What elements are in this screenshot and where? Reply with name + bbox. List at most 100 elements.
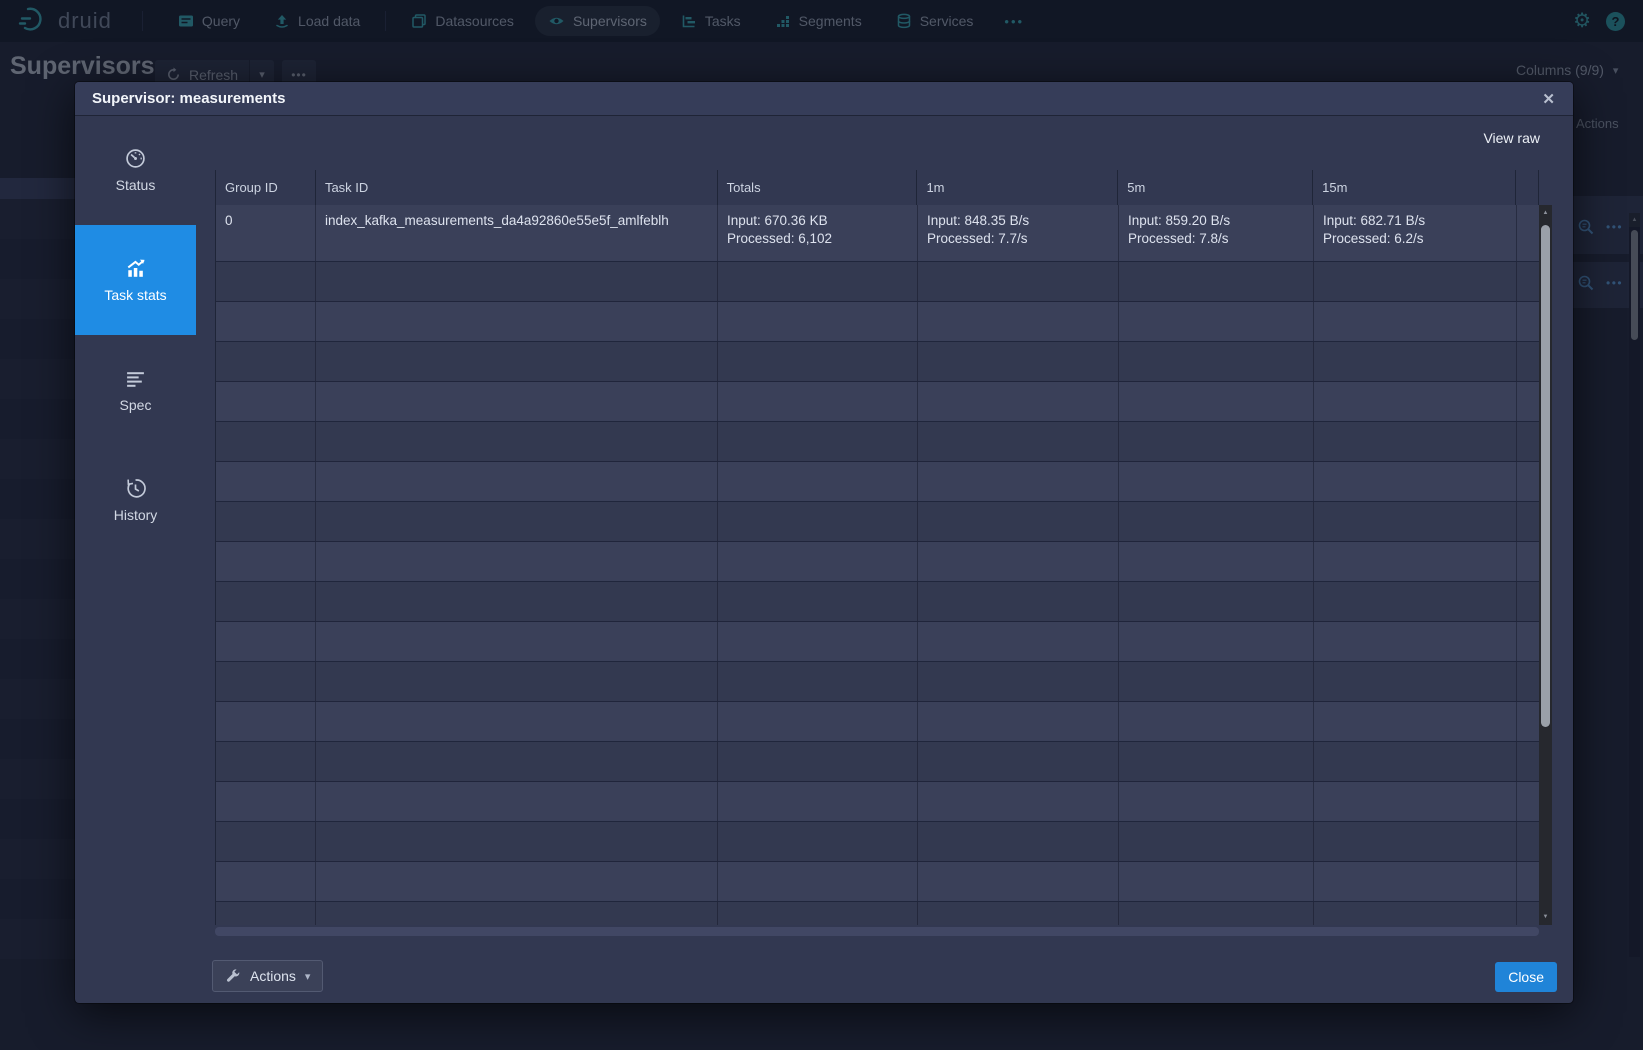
totals-processed: Processed: 6,102	[727, 230, 908, 248]
table-cell-empty	[718, 662, 918, 701]
table-row-empty	[216, 742, 1539, 782]
tab-label: Status	[116, 177, 156, 193]
table-cell-empty	[1517, 662, 1539, 701]
m15-input: Input: 682.71 B/s	[1323, 212, 1507, 230]
table-cell-empty	[1314, 302, 1517, 341]
column-header-5m[interactable]: 5m	[1118, 170, 1313, 205]
chevron-down-icon: ▾	[305, 970, 311, 983]
table-cell-empty	[918, 462, 1119, 501]
table-cell-empty	[918, 782, 1119, 821]
table-cell-empty	[1119, 342, 1314, 381]
actions-button[interactable]: Actions ▾	[212, 960, 323, 992]
table-cell-empty	[1314, 462, 1517, 501]
table-cell-empty	[1517, 302, 1539, 341]
cell-15m: Input: 682.71 B/s Processed: 6.2/s	[1314, 205, 1517, 261]
table-cell-empty	[1314, 422, 1517, 461]
table-header-row: Group ID Task ID Totals 1m 5m 15m	[215, 170, 1539, 205]
tab-history[interactable]: History	[75, 445, 196, 555]
table-cell-empty	[1517, 822, 1539, 861]
table-cell-empty	[216, 622, 316, 661]
table-cell-empty	[1119, 902, 1314, 925]
tab-status[interactable]: Status	[75, 115, 196, 225]
table-horizontal-scrollbar[interactable]	[215, 927, 1539, 936]
column-header-task-id[interactable]: Task ID	[316, 170, 718, 205]
scrollbar-thumb[interactable]	[1541, 225, 1550, 727]
table-row-empty	[216, 462, 1539, 502]
table-cell-empty	[216, 902, 316, 925]
table-cell-empty	[1517, 542, 1539, 581]
task-stats-table: Group ID Task ID Totals 1m 5m 15m 0 inde…	[215, 170, 1552, 937]
table-cell-empty	[316, 702, 718, 741]
table-cell-empty	[918, 502, 1119, 541]
tab-spec[interactable]: Spec	[75, 335, 196, 445]
table-cell-empty	[718, 622, 918, 661]
table-cell-empty	[1119, 542, 1314, 581]
table-row-empty	[216, 662, 1539, 702]
table-row-empty	[216, 822, 1539, 862]
table-cell-empty	[316, 742, 718, 781]
table-cell-empty	[918, 902, 1119, 925]
table-cell-empty	[1314, 542, 1517, 581]
table-cell-empty	[1119, 462, 1314, 501]
dialog-title: Supervisor: measurements	[92, 90, 285, 107]
table-cell-empty	[1314, 382, 1517, 421]
m1-processed: Processed: 7.7/s	[927, 230, 1109, 248]
tab-label: Spec	[120, 397, 152, 413]
table-cell-empty	[1517, 622, 1539, 661]
m1-input: Input: 848.35 B/s	[927, 212, 1109, 230]
column-header-filler	[1516, 170, 1539, 205]
scroll-up-icon[interactable]: ▲	[1539, 205, 1552, 221]
table-row-empty	[216, 782, 1539, 822]
table-cell-empty	[216, 382, 316, 421]
table-cell-empty	[918, 582, 1119, 621]
supervisor-dialog: Supervisor: measurements ✕ Status	[75, 82, 1573, 1003]
table-cell-empty	[216, 342, 316, 381]
close-icon[interactable]: ✕	[1536, 82, 1561, 115]
table-cell-empty	[316, 382, 718, 421]
table-cell-empty	[1119, 382, 1314, 421]
align-left-icon	[125, 368, 146, 389]
table-cell-empty	[1517, 862, 1539, 901]
column-header-15m[interactable]: 15m	[1313, 170, 1516, 205]
table-cell-empty	[1517, 422, 1539, 461]
cell-task-id: index_kafka_measurements_da4a92860e55e5f…	[316, 205, 718, 261]
table-cell-empty	[1517, 902, 1539, 925]
table-cell-empty	[216, 862, 316, 901]
table-cell-empty	[1314, 742, 1517, 781]
table-cell-empty	[316, 422, 718, 461]
table-row: 0 index_kafka_measurements_da4a92860e55e…	[216, 205, 1539, 262]
cell-totals: Input: 670.36 KB Processed: 6,102	[718, 205, 918, 261]
column-header-group-id[interactable]: Group ID	[216, 170, 316, 205]
table-cell-empty	[216, 742, 316, 781]
view-raw-link[interactable]: View raw	[1483, 130, 1540, 146]
table-row-empty	[216, 542, 1539, 582]
table-cell-empty	[316, 262, 718, 301]
task-stats-table-body: 0 index_kafka_measurements_da4a92860e55e…	[215, 205, 1539, 925]
table-cell-empty	[718, 582, 918, 621]
dialog-content: View raw Group ID Task ID Totals 1m 5m 1…	[196, 115, 1573, 1003]
table-cell-empty	[1517, 382, 1539, 421]
table-cell-empty	[1119, 422, 1314, 461]
table-cell-empty	[718, 342, 918, 381]
table-cell-empty	[918, 302, 1119, 341]
cell-filler	[1517, 205, 1539, 261]
wrench-icon	[225, 968, 241, 984]
table-cell-empty	[316, 342, 718, 381]
column-header-1m[interactable]: 1m	[917, 170, 1118, 205]
table-cell-empty	[1314, 862, 1517, 901]
close-button[interactable]: Close	[1495, 962, 1557, 992]
tab-task-stats[interactable]: Task stats	[75, 225, 196, 335]
dialog-header: Supervisor: measurements ✕	[75, 82, 1573, 115]
table-row-empty	[216, 622, 1539, 662]
table-cell-empty	[718, 782, 918, 821]
table-cell-empty	[718, 702, 918, 741]
table-cell-empty	[918, 662, 1119, 701]
table-vertical-scrollbar[interactable]: ▲ ▼	[1539, 205, 1552, 925]
table-cell-empty	[918, 862, 1119, 901]
table-cell-empty	[1119, 782, 1314, 821]
column-header-totals[interactable]: Totals	[718, 170, 918, 205]
cell-1m: Input: 848.35 B/s Processed: 7.7/s	[918, 205, 1119, 261]
history-icon	[125, 478, 146, 499]
scroll-down-icon[interactable]: ▼	[1539, 909, 1552, 925]
table-cell-empty	[216, 662, 316, 701]
